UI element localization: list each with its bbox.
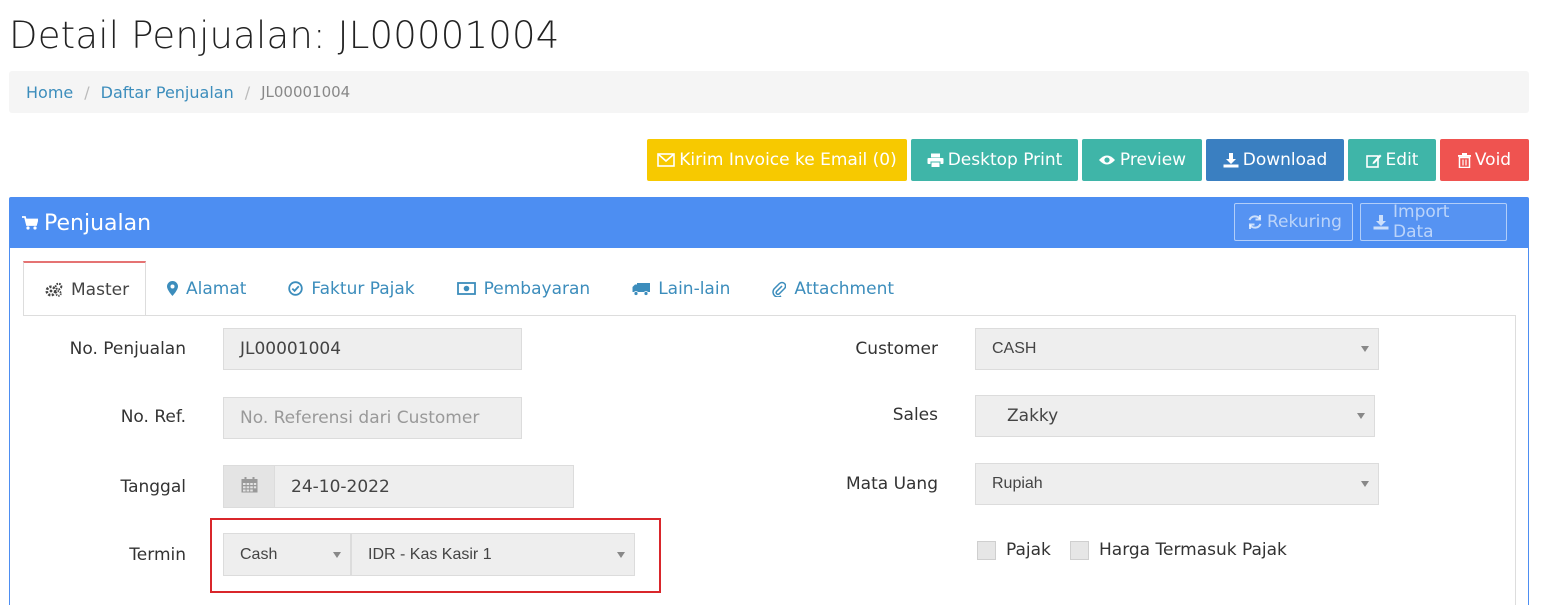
no-penjualan-field[interactable]: JL00001004 [223,328,522,370]
trash-icon [1457,152,1471,168]
edit-label: Edit [1385,150,1419,170]
harga-termasuk-pajak-label: Harga Termasuk Pajak [1099,540,1287,560]
download-icon [1223,152,1239,168]
calendar-icon [241,476,258,497]
tab-alamat[interactable]: Alamat [146,261,267,316]
dropdown-arrow-icon [1357,413,1365,419]
rekuring-button[interactable]: Rekuring [1234,203,1353,241]
pajak-checkbox[interactable]: Pajak [977,540,1051,560]
map-marker-icon [167,281,178,296]
sales-selected: Zakky [1007,406,1059,426]
panel-header-actions: Rekuring Import Data [1234,202,1507,242]
breadcrumb-daftar-penjualan[interactable]: Daftar Penjualan [101,83,234,102]
highlight-box [210,518,661,593]
tab-master-label: Master [71,279,130,300]
truck-icon [632,282,651,296]
dropdown-arrow-icon [1361,346,1369,352]
dropdown-arrow-icon [1361,481,1369,487]
money-icon [456,282,476,295]
breadcrumb-separator: / [244,82,251,102]
breadcrumb-current: JL00001004 [261,83,351,101]
customer-selected: CASH [992,340,1037,357]
send-invoice-email-button[interactable]: Kirim Invoice ke Email (0) [647,139,907,181]
paperclip-icon [772,281,787,297]
panel-title: Penjualan [44,210,152,236]
sales-label: Sales [892,405,938,425]
download-button[interactable]: Download [1206,139,1344,181]
void-label: Void [1474,150,1512,170]
tab-attachment-label: Attachment [794,278,895,299]
page-title: Detail Penjualan: JL00001004 [9,14,560,57]
edit-button[interactable]: Edit [1348,139,1436,181]
envelope-icon [657,153,676,167]
breadcrumb-home[interactable]: Home [26,83,73,102]
desktop-print-label: Desktop Print [947,150,1063,170]
refresh-icon [1247,214,1263,230]
tab-alamat-label: Alamat [186,278,247,299]
desktop-print-button[interactable]: Desktop Print [911,139,1078,181]
breadcrumb-separator: / [84,82,90,102]
rekuring-label: Rekuring [1267,212,1342,232]
download-label: Download [1242,150,1328,170]
tanggal-input[interactable]: 24-10-2022 [274,465,574,508]
pajak-label: Pajak [1006,540,1051,560]
no-ref-label: No. Ref. [120,407,186,427]
no-ref-input[interactable]: No. Referensi dari Customer [223,397,522,439]
void-button[interactable]: Void [1440,139,1529,181]
tab-bar: Master Alamat Faktur Pajak Pembayaran La… [23,261,915,316]
import-data-button[interactable]: Import Data [1360,202,1507,242]
tanggal-label: Tanggal [120,477,187,497]
tab-pembayaran[interactable]: Pembayaran [436,261,612,316]
customer-select[interactable]: CASH [975,328,1379,370]
eye-icon [1098,154,1116,166]
mata-uang-select[interactable]: Rupiah [975,463,1379,505]
customer-label: Customer [855,339,938,359]
tab-pembayaran-label: Pembayaran [483,278,591,299]
action-toolbar: Kirim Invoice ke Email (0) Desktop Print… [647,139,1529,181]
tab-content-border [1515,315,1516,605]
tab-divider [23,315,1516,316]
pajak-checkbox-box[interactable] [977,540,996,560]
harga-termasuk-pajak-checkbox-box[interactable] [1070,540,1089,560]
send-invoice-email-label: Kirim Invoice ke Email (0) [679,150,897,170]
tab-faktur-pajak[interactable]: Faktur Pajak [267,261,435,316]
import-data-label: Import Data [1393,202,1450,242]
tab-master[interactable]: Master [23,261,146,316]
mata-uang-label: Mata Uang [846,474,938,494]
mata-uang-selected: Rupiah [992,475,1043,492]
download-icon [1373,214,1389,230]
shopping-cart-icon [22,216,38,230]
no-penjualan-label: No. Penjualan [69,339,186,359]
tab-lain-lain-label: Lain-lain [658,278,731,299]
harga-termasuk-pajak-checkbox[interactable]: Harga Termasuk Pajak [1070,540,1287,560]
check-circle-icon [288,281,304,296]
sales-select[interactable]: Zakky [975,395,1375,437]
calendar-addon[interactable] [223,465,275,508]
tab-faktur-pajak-label: Faktur Pajak [311,278,415,299]
termin-label: Termin [129,545,186,565]
tab-lain-lain[interactable]: Lain-lain [611,261,751,316]
preview-button[interactable]: Preview [1082,139,1202,181]
edit-icon [1365,153,1382,168]
print-icon [927,153,944,168]
preview-label: Preview [1119,150,1187,170]
cogs-icon [45,282,63,297]
tab-attachment[interactable]: Attachment [751,261,915,316]
breadcrumb: Home / Daftar Penjualan / JL00001004 [9,71,1529,113]
